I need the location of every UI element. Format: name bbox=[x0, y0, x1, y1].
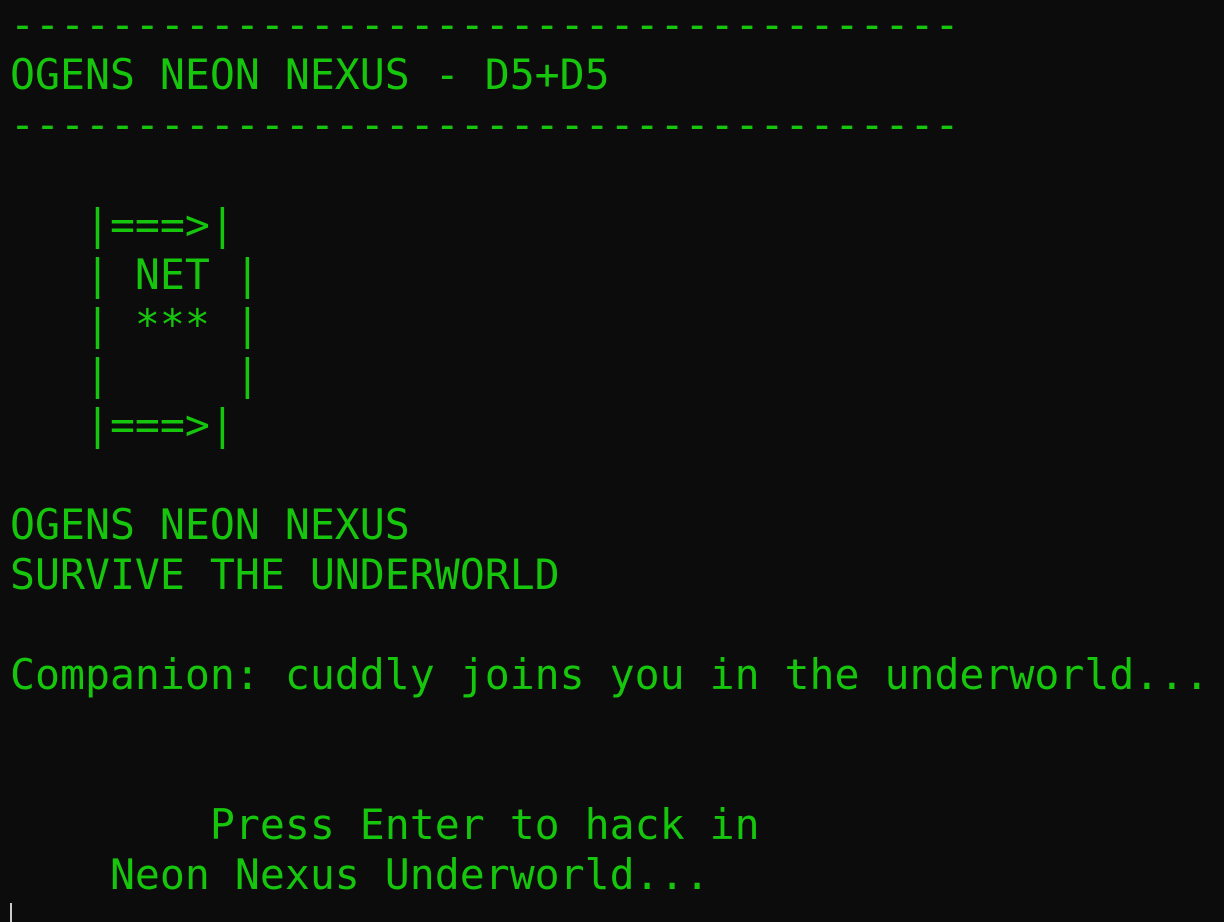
companion-message: Companion: cuddly joins you in the under… bbox=[10, 650, 1210, 699]
ascii-art-line-1: |===>| bbox=[10, 200, 235, 249]
ascii-art-line-3: | *** | bbox=[10, 300, 260, 349]
separator-bottom: -------------------------------------- bbox=[10, 100, 960, 149]
separator-top: -------------------------------------- bbox=[10, 0, 960, 49]
game-title: OGENS NEON NEXUS - D5+D5 bbox=[10, 50, 610, 99]
terminal-window[interactable]: -------------------------------------- O… bbox=[0, 0, 1224, 922]
ascii-art-line-5: |===>| bbox=[10, 400, 235, 449]
subheading: SURVIVE THE UNDERWORLD bbox=[10, 550, 560, 599]
ascii-art-line-2: | NET | bbox=[10, 250, 260, 299]
prompt-line-1: Press Enter to hack in bbox=[10, 800, 760, 849]
ascii-art-line-4: | | bbox=[10, 350, 260, 399]
prompt-line-2: Neon Nexus Underworld... bbox=[10, 850, 710, 899]
text-cursor[interactable] bbox=[10, 903, 12, 922]
heading: OGENS NEON NEXUS bbox=[10, 500, 410, 549]
